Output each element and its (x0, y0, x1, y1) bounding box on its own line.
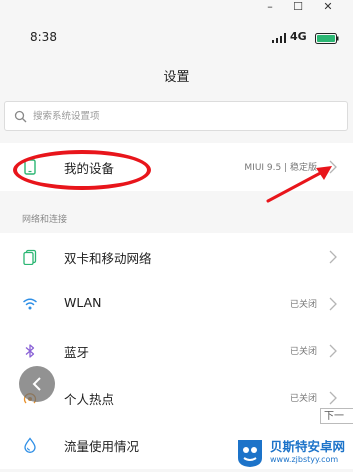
next-tip[interactable]: 下一 (320, 408, 353, 424)
my-device-label: 我的设备 (64, 161, 115, 176)
row-value: 已关闭 (289, 394, 317, 404)
miui-version: MIUI 9.5 | 稳定版 (244, 163, 317, 173)
row-label: 蓝牙 (64, 345, 90, 360)
data-drop-icon (24, 437, 36, 453)
row-label: 双卡和移动网络 (64, 251, 152, 266)
maximize-icon[interactable]: ☐ (288, 0, 308, 14)
watermark-title: 贝斯特安卓网 (270, 439, 346, 454)
page-title: 设置 (163, 70, 190, 85)
wifi-icon (23, 298, 37, 310)
row-dual-sim[interactable]: 双卡和移动网络 (0, 233, 353, 281)
search-bar[interactable] (4, 101, 348, 131)
signal-icon (272, 33, 286, 43)
settings-screen: – ☐ ✕ 8:38 4G 设置 我的设备 (0, 0, 353, 472)
battery-icon (315, 33, 339, 44)
sim-card-icon (23, 249, 37, 265)
row-value: 已关闭 (289, 300, 317, 310)
search-icon (14, 110, 27, 123)
chevron-right-icon (329, 391, 337, 405)
search-input[interactable] (33, 102, 333, 130)
status-bar: 8:38 4G (0, 28, 353, 50)
chevron-left-icon (32, 377, 41, 391)
section-header-network: 网络和连接 (22, 215, 68, 225)
close-icon[interactable]: ✕ (318, 0, 338, 14)
status-time: 8:38 (30, 30, 57, 44)
network-type: 4G (290, 30, 307, 43)
watermark: 贝斯特安卓网 www.zjbstyy.com (232, 432, 353, 472)
window-title-bar: – ☐ ✕ (0, 0, 353, 14)
minimize-icon[interactable]: – (260, 0, 280, 14)
chevron-right-icon (329, 160, 337, 174)
row-bluetooth[interactable]: 蓝牙 已关闭 (0, 327, 353, 375)
row-label: WLAN (64, 295, 102, 310)
chevron-right-icon (329, 344, 337, 358)
my-device-row[interactable]: 我的设备 MIUI 9.5 | 稳定版 (0, 143, 353, 191)
watermark-url: www.zjbstyy.com (270, 455, 339, 464)
watermark-logo-icon (238, 440, 262, 467)
chevron-right-icon (329, 297, 337, 311)
row-label: 流量使用情况 (64, 439, 140, 454)
row-wlan[interactable]: WLAN 已关闭 (0, 280, 353, 328)
chevron-right-icon (329, 250, 337, 264)
row-value: 已关闭 (289, 347, 317, 357)
bluetooth-icon (25, 344, 35, 358)
phone-icon (24, 159, 36, 175)
row-label: 个人热点 (64, 392, 115, 407)
floating-back-button[interactable] (19, 366, 55, 402)
